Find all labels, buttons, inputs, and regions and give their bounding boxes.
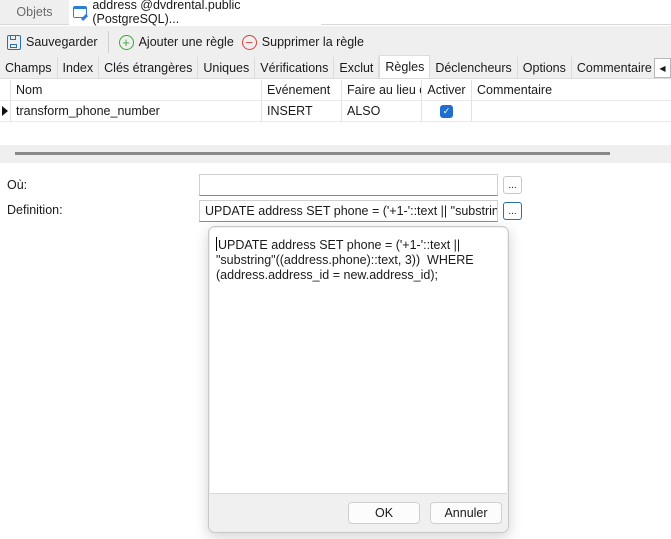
add-rule-button[interactable]: + Ajouter une règle xyxy=(115,30,238,54)
splitter-handle[interactable] xyxy=(15,152,610,155)
tab-label: Clés étrangères xyxy=(104,60,193,75)
definition-text: UPDATE address SET phone = ('+1-'::text … xyxy=(216,238,478,282)
tab-foreign-keys[interactable]: Clés étrangères xyxy=(99,57,199,78)
header-label: Commentaire xyxy=(477,83,553,97)
tab-label: Objets xyxy=(16,5,53,19)
tab-label: Uniques xyxy=(203,60,250,75)
tab-champs[interactable]: Champs xyxy=(0,57,58,78)
designer-tab-bar: Champs Index Clés étrangères Uniques Vér… xyxy=(0,55,671,79)
cell-text: transform_phone_number xyxy=(16,104,160,118)
cancel-button[interactable]: Annuler xyxy=(430,502,502,524)
where-input[interactable] xyxy=(199,174,498,196)
cell-name[interactable]: transform_phone_number xyxy=(11,101,262,121)
tab-label: Règles xyxy=(385,60,425,74)
tab-label: address @dvdrental.public (PostgreSQL)..… xyxy=(92,0,241,26)
minus-circle-icon: − xyxy=(241,34,257,50)
save-label: Sauvegarder xyxy=(26,35,98,49)
tab-checks[interactable]: Vérifications xyxy=(255,57,335,78)
delete-rule-button[interactable]: − Supprimer la règle xyxy=(238,30,368,54)
definition-edit-button[interactable]: ... xyxy=(503,202,522,220)
cell-comment[interactable] xyxy=(472,101,671,121)
definition-editor-popup: UPDATE address SET phone = ('+1-'::text … xyxy=(208,226,509,533)
cell-text: INSERT xyxy=(267,104,313,118)
tab-uniques[interactable]: Uniques xyxy=(198,57,256,78)
column-header-enabled[interactable]: Activer xyxy=(422,80,472,100)
tab-label: Commentaire xyxy=(576,60,652,75)
column-header-instead[interactable]: Faire au lieu de xyxy=(342,80,422,100)
header-label: Faire au lieu de xyxy=(347,83,421,97)
caret-left-icon: ◀ xyxy=(659,63,666,73)
enabled-checkbox[interactable]: ✓ xyxy=(440,104,453,118)
add-rule-label: Ajouter une règle xyxy=(138,35,234,49)
delete-rule-label: Supprimer la règle xyxy=(261,35,364,49)
tab-rules[interactable]: Règles xyxy=(379,55,431,78)
tab-label: Vérifications xyxy=(260,60,329,75)
cell-enabled: ✓ xyxy=(422,101,472,121)
rules-grid: Nom Evénement Faire au lieu de Activer C… xyxy=(0,80,671,122)
column-header-name[interactable]: Nom xyxy=(11,80,262,100)
table-edit-icon xyxy=(73,5,89,22)
where-edit-button[interactable]: ... xyxy=(503,176,522,194)
definition-editor-textarea[interactable]: UPDATE address SET phone = ('+1-'::text … xyxy=(210,228,507,494)
tab-label: Champs xyxy=(5,60,52,75)
tab-objets[interactable]: Objets xyxy=(0,0,69,25)
checkmark-icon: ✓ xyxy=(442,105,451,116)
ok-button[interactable]: OK xyxy=(348,502,420,524)
column-header-event[interactable]: Evénement xyxy=(262,80,342,100)
save-icon xyxy=(7,34,21,50)
table-row[interactable]: transform_phone_number INSERT ALSO ✓ xyxy=(0,101,671,122)
definition-input[interactable]: UPDATE address SET phone = ('+1-'::text … xyxy=(199,200,498,222)
header-label: Evénement xyxy=(267,83,331,97)
cell-event[interactable]: INSERT xyxy=(262,101,342,121)
row-indicator-header xyxy=(0,80,11,100)
header-label: Nom xyxy=(16,83,43,97)
tab-triggers[interactable]: Déclencheurs xyxy=(430,57,518,78)
row-indicator xyxy=(0,101,11,121)
tab-comment[interactable]: Commentaire xyxy=(571,57,658,78)
tab-index[interactable]: Index xyxy=(57,57,100,78)
row-pointer-icon xyxy=(2,106,8,116)
save-button[interactable]: Sauvegarder xyxy=(3,30,102,54)
where-label: Où: xyxy=(7,178,28,192)
cell-instead[interactable]: ALSO xyxy=(342,101,422,121)
cell-text: ALSO xyxy=(347,104,381,118)
column-header-comment[interactable]: Commentaire xyxy=(472,80,671,100)
tab-address-table[interactable]: address @dvdrental.public (PostgreSQL)..… xyxy=(69,0,321,26)
definition-label: Definition: xyxy=(7,203,63,217)
panel-splitter[interactable] xyxy=(0,145,671,163)
tab-label: Déclencheurs xyxy=(435,60,512,75)
grid-header: Nom Evénement Faire au lieu de Activer C… xyxy=(0,80,671,101)
tab-label: Exclut xyxy=(339,60,374,75)
tab-excludes[interactable]: Exclut xyxy=(334,57,380,78)
document-tab-bar: Objets address @dvdrental.public (Postgr… xyxy=(0,0,671,26)
plus-circle-icon: + xyxy=(118,34,134,50)
tab-scroll-left-button[interactable]: ◀ xyxy=(654,58,671,78)
toolbar: Sauvegarder + Ajouter une règle − Suppri… xyxy=(0,26,671,58)
tab-options[interactable]: Options xyxy=(517,57,572,78)
header-label: Activer xyxy=(427,83,466,97)
toolbar-separator xyxy=(107,31,109,53)
tab-label: Index xyxy=(62,60,94,75)
text-caret xyxy=(216,237,217,251)
tab-label: Options xyxy=(522,60,566,75)
